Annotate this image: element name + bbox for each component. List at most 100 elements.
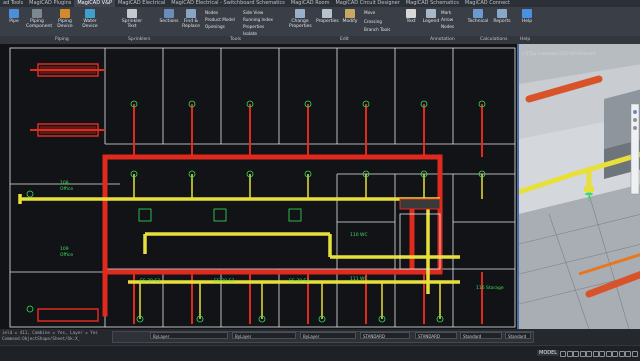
sprinkler-text-icon <box>127 9 137 18</box>
status-toggle-icon[interactable] <box>586 351 592 357</box>
ribbon-tab[interactable]: MagiCAD Schematics <box>403 0 462 7</box>
ribbon-button-label: Change Properties <box>289 19 312 29</box>
sections-button[interactable]: Sections <box>158 9 180 24</box>
status-toggle-icon[interactable] <box>566 351 573 357</box>
properties-dropdown[interactable]: ByLayer <box>300 332 356 339</box>
piping-device-icon <box>60 9 70 18</box>
ribbon-group-labels: Piping Sprinklers Tools Edit Annotation Calcu… <box>0 36 640 44</box>
find-replace-icon <box>186 9 196 18</box>
ribbon-button-label: Properties <box>316 19 339 24</box>
help-icon <box>522 9 532 18</box>
status-toggle-icon[interactable] <box>618 351 625 357</box>
ribbon-small-item[interactable]: Move <box>364 10 375 15</box>
ribbon-tab[interactable]: MagiCAD Plugins <box>26 0 74 7</box>
piping-component-button[interactable]: Piping Component <box>26 9 52 29</box>
piping-device-button[interactable]: Piping Device <box>54 9 76 29</box>
room-label: 109 <box>60 246 69 252</box>
room-label: Office <box>60 252 73 258</box>
ribbon-tab[interactable]: ad Tools <box>0 0 26 7</box>
status-toggle-icon[interactable] <box>605 351 612 357</box>
model-space-toggle[interactable]: MODEL <box>537 350 560 356</box>
ribbon-group-label: Annotation <box>430 37 455 42</box>
legend-button[interactable]: Legend <box>420 9 442 24</box>
room-label: 110 WC <box>350 232 368 238</box>
ribbon-tab[interactable]: MagiCAD Room <box>288 0 333 7</box>
command-input[interactable]: Command:ObjectShape/Sheet/Ok:X_ <box>2 336 80 341</box>
ribbon-small-item[interactable]: Properties <box>243 24 264 29</box>
find-replace-button[interactable]: Find & Replace <box>180 9 202 29</box>
ribbon-tab[interactable]: MagiCAD Electrical <box>115 0 168 7</box>
ribbon-button-label: Piping Component <box>26 19 53 29</box>
ribbon-tab-bar: ad Tools MagiCAD Plugins MagiCAD V&P MagiCA… <box>0 0 640 7</box>
help-button[interactable]: Help <box>516 9 538 24</box>
room-label: Office <box>60 186 73 192</box>
properties-icon <box>322 9 332 18</box>
properties-dropdown[interactable]: ByLayer <box>150 332 228 339</box>
status-toggle-icon[interactable] <box>573 351 579 357</box>
reports-button[interactable]: Reports <box>491 9 513 24</box>
properties-dropdown[interactable]: STANDARD <box>360 332 410 339</box>
ribbon-button-label: Modify <box>342 19 358 24</box>
iso-viewport-title[interactable]: [-][Top Isometric][2D Wireframe] <box>522 52 595 57</box>
ribbon-tab[interactable]: MagiCAD Electrical - Switchboard Schemat… <box>168 0 288 7</box>
ribbon-small-item[interactable]: Side View <box>243 10 263 15</box>
room-label: 111 WC <box>350 276 368 282</box>
text-button[interactable]: Text <box>400 9 422 24</box>
ribbon-small-item[interactable]: Crossing <box>364 19 382 24</box>
technical-icon <box>473 9 483 18</box>
modify-button[interactable]: Modify <box>339 9 361 24</box>
ribbon-small-item[interactable]: Branch Tools <box>364 27 390 32</box>
ribbon-small-item[interactable]: Nodes <box>205 10 218 15</box>
ribbon-button-label: Technical <box>467 19 489 24</box>
room-label: 108 <box>60 180 69 186</box>
properties-dropdown[interactable]: Standard <box>505 332 531 339</box>
properties-dropdown[interactable]: Standard <box>460 332 502 339</box>
ribbon-button-label: Help <box>521 19 533 24</box>
ribbon-button-label: Sprinkler Text <box>121 19 143 29</box>
status-toggle-icon[interactable] <box>592 351 599 357</box>
technical-button[interactable]: Technical <box>467 9 489 24</box>
floor-plan-view[interactable]: 108 Office 109 Office 110 WC 111 WC 116 … <box>0 44 516 329</box>
change-properties-button[interactable]: Change Properties <box>289 9 312 29</box>
ribbon-small-item[interactable]: Product Model <box>205 17 235 22</box>
command-history-line: ield = 411, Combine = Yes, Layer = Yes <box>2 330 98 335</box>
ribbon-small-item[interactable]: Openings <box>205 24 225 29</box>
ribbon-tab[interactable]: MagiCAD Circuit Designer <box>332 0 402 7</box>
ribbon-button-label: Legend <box>422 19 440 24</box>
sprinkler-text-button[interactable]: Sprinkler Text <box>121 9 143 29</box>
status-toggle-icon[interactable] <box>625 351 631 357</box>
ribbon-button-label: Pipe <box>9 19 19 24</box>
ribbon-button-label: Text <box>406 19 416 24</box>
sprinkler-label: ES-30 S3 <box>214 278 234 284</box>
properties-dropdown[interactable]: STANDARD <box>415 332 457 339</box>
ribbon-small-item[interactable]: Running Index <box>243 17 273 22</box>
isometric-3d-view[interactable] <box>517 44 640 329</box>
sprinkler-label: ES-30 S3 <box>289 278 309 284</box>
ribbon-small-item[interactable]: Nodes <box>441 24 454 29</box>
properties-button[interactable]: Properties <box>316 9 339 24</box>
pipe-button[interactable]: Pipe <box>3 9 25 24</box>
status-toggle-icon[interactable] <box>560 351 566 357</box>
water-device-icon <box>85 9 95 18</box>
reports-icon <box>497 9 507 18</box>
sections-icon <box>164 9 174 18</box>
ribbon-button-label: Piping Device <box>57 19 73 29</box>
ribbon-tab[interactable]: MagiCAD V&P <box>74 0 115 7</box>
status-toggle-icon[interactable] <box>631 351 638 357</box>
ribbon-small-item[interactable]: Mark <box>441 10 451 15</box>
water-device-button[interactable]: Water Device <box>79 9 101 29</box>
piping-component-icon <box>32 9 42 18</box>
properties-dropdown[interactable]: ByLayer <box>232 332 296 339</box>
ribbon-button-label: Water Device <box>82 19 98 29</box>
ribbon-small-item[interactable]: Arrow <box>441 17 453 22</box>
ribbon-button-label: Find & Replace <box>182 19 200 29</box>
ribbon-tab[interactable]: MagiCAD Connect <box>462 0 513 7</box>
ribbon-group-label: Piping <box>55 37 69 42</box>
change-properties-icon <box>295 9 305 18</box>
ribbon-group-label: Edit <box>340 37 349 42</box>
status-toggle-icon[interactable] <box>599 351 605 357</box>
status-toggle-icon[interactable] <box>612 351 618 357</box>
ribbon-button-label: Sections <box>159 19 179 24</box>
status-toggle-icon[interactable] <box>579 351 586 357</box>
ribbon-group-label: Sprinklers <box>128 37 151 42</box>
